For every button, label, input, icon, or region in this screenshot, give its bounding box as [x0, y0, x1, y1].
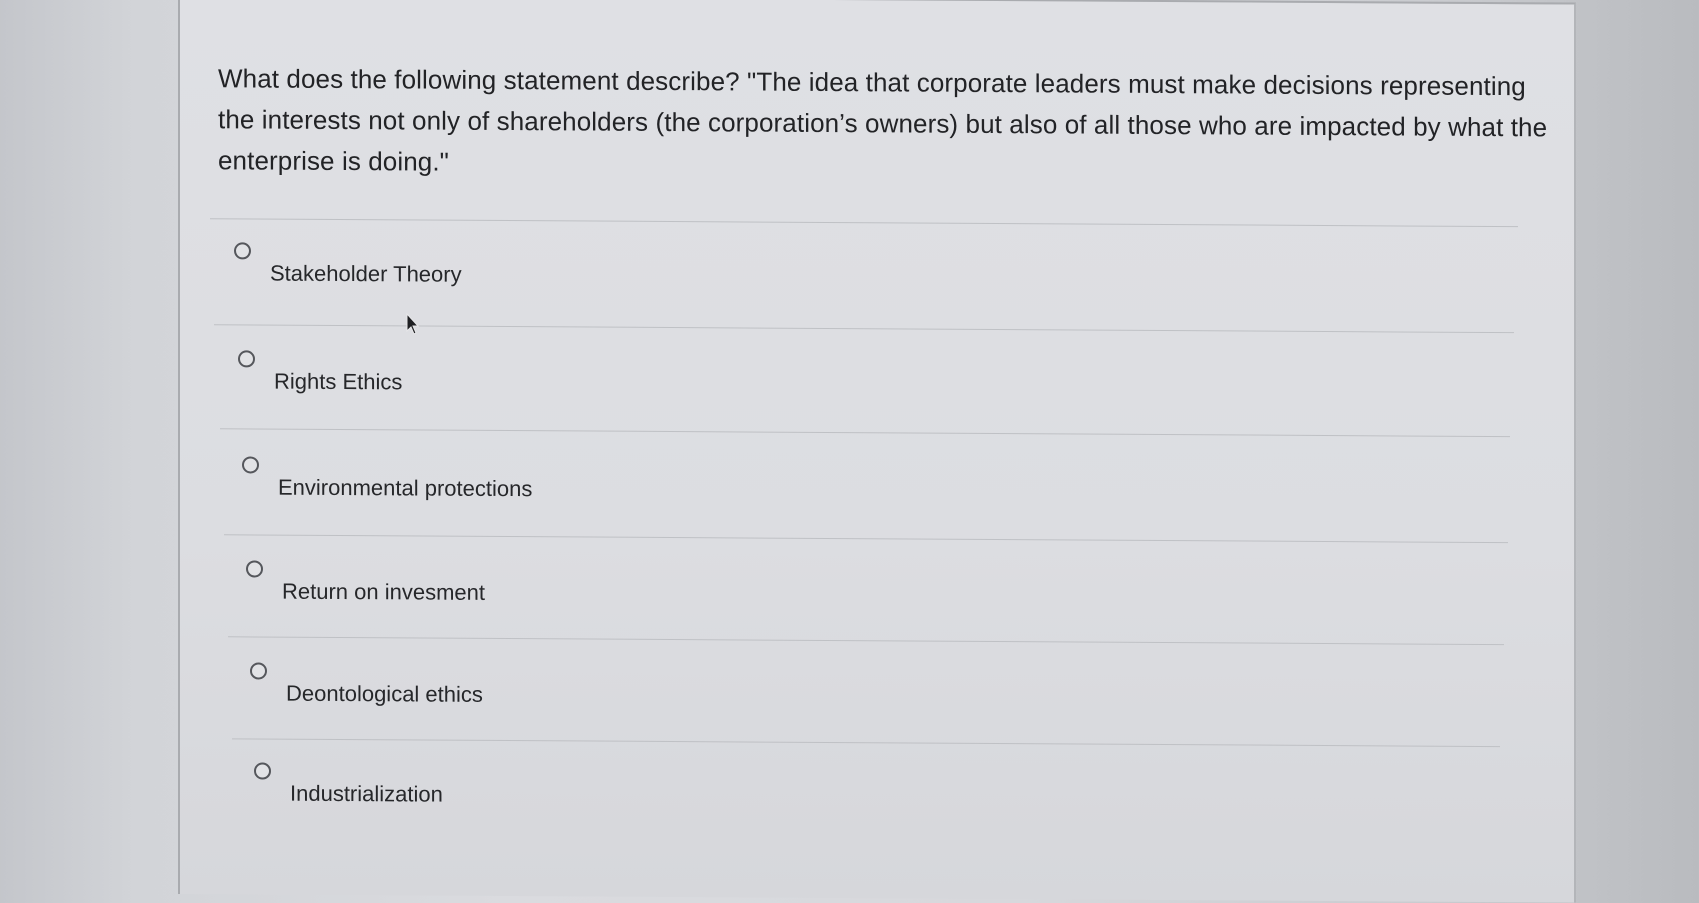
radio-button-icon[interactable] — [238, 350, 255, 368]
answer-label[interactable]: Stakeholder Theory — [270, 261, 462, 288]
answer-label[interactable]: Rights Ethics — [274, 369, 402, 396]
answer-list: Stakeholder Theory Rights Ethics Environ… — [180, 0, 1574, 903]
answer-option-deontological-ethics[interactable]: Deontological ethics — [230, 650, 1502, 748]
answer-label[interactable]: Deontological ethics — [286, 681, 483, 708]
answer-option-industrialization[interactable]: Industrialization — [234, 750, 1500, 848]
answer-option-environmental-protections[interactable]: Environmental protections — [222, 444, 1508, 542]
radio-button-icon[interactable] — [250, 662, 267, 680]
radio-button-icon[interactable] — [254, 762, 271, 780]
radio-button-icon[interactable] — [242, 456, 259, 474]
answer-label[interactable]: Environmental protections — [278, 475, 532, 503]
answer-label[interactable]: Return on invesment — [282, 579, 485, 606]
radio-button-icon[interactable] — [246, 560, 263, 578]
answer-label[interactable]: Industrialization — [290, 781, 443, 808]
answer-option-rights-ethics[interactable]: Rights Ethics — [218, 338, 1508, 436]
question-card: What does the following statement descri… — [178, 0, 1576, 903]
radio-button-icon[interactable] — [234, 242, 251, 260]
divider — [210, 218, 1518, 228]
mouse-pointer-icon — [406, 313, 420, 335]
answer-option-return-on-invesment[interactable]: Return on invesment — [226, 548, 1506, 646]
